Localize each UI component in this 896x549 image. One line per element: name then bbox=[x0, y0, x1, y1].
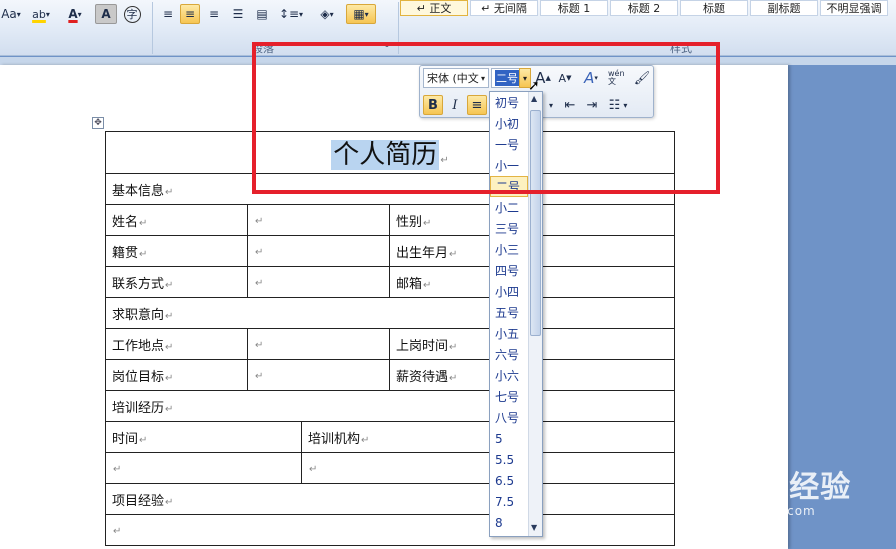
work-place-value-cell[interactable]: ↵ bbox=[247, 328, 390, 360]
font-size-option[interactable]: 8 bbox=[490, 512, 528, 533]
line-spacing-icon: ↕≡ bbox=[278, 7, 300, 21]
table-move-handle[interactable]: ✥ bbox=[92, 117, 104, 129]
style-heading-2[interactable]: 标题 2 bbox=[610, 0, 678, 16]
align-right-icon: ≡ bbox=[208, 7, 220, 21]
style-normal[interactable]: ↵ 正文 bbox=[400, 0, 468, 16]
institution-label-cell[interactable]: 培训机构↵ bbox=[300, 421, 676, 453]
watermark-main: Baidu经验 bbox=[688, 470, 852, 505]
work-place-label-cell[interactable]: 工作地点↵ bbox=[105, 328, 248, 360]
name-value-cell[interactable]: ↵ bbox=[247, 204, 390, 236]
line-spacing-button[interactable]: ↕≡ ▾ bbox=[276, 4, 306, 24]
styles-gallery: ↵ 正文 ↵ 无间隔 标题 1 标题 2 标题 副标题 不明显强调 bbox=[400, 0, 896, 20]
font-size-option[interactable]: 小五 bbox=[490, 323, 528, 344]
style-no-spacing[interactable]: ↵ 无间隔 bbox=[470, 0, 538, 16]
origin-value-cell[interactable]: ↵ bbox=[247, 235, 390, 267]
font-size-option[interactable]: 四号 bbox=[490, 260, 528, 281]
borders-button[interactable]: ▦ ▾ bbox=[346, 4, 376, 24]
font-size-option[interactable]: 5 bbox=[490, 428, 528, 449]
align-right-button[interactable]: ≡ bbox=[204, 4, 224, 24]
style-subtle-emphasis[interactable]: 不明显强调 bbox=[820, 0, 888, 16]
time-value-cell[interactable]: ↵ bbox=[105, 452, 302, 484]
position-label-cell[interactable]: 岗位目标↵ bbox=[105, 359, 248, 391]
style-title[interactable]: 标题 bbox=[680, 0, 748, 16]
style-subtitle[interactable]: 副标题 bbox=[750, 0, 818, 16]
font-size-option[interactable]: 5.5 bbox=[490, 449, 528, 470]
ribbon-separator bbox=[152, 2, 153, 54]
institution-value-cell[interactable]: ↵ bbox=[300, 452, 676, 484]
contact-value-cell[interactable]: ↵ bbox=[247, 266, 390, 298]
align-center-button[interactable]: ≡ bbox=[180, 4, 200, 24]
move-cross-icon: ✥ bbox=[94, 118, 102, 128]
start-time-label-cell[interactable]: 上岗时间↵ bbox=[389, 328, 490, 360]
scroll-down-icon[interactable]: ▼ bbox=[531, 523, 537, 532]
highlighter-icon: ab bbox=[32, 7, 46, 21]
font-size-option[interactable]: 6.5 bbox=[490, 470, 528, 491]
align-left-button[interactable]: ≡ bbox=[158, 4, 178, 24]
border-grid-icon: ▦ bbox=[353, 7, 365, 21]
font-size-option[interactable]: 八号 bbox=[490, 407, 528, 428]
distribute-button[interactable]: ▤ bbox=[252, 4, 272, 24]
distribute-icon: ▤ bbox=[256, 7, 268, 21]
intention-cell[interactable]: 求职意向↵ bbox=[104, 297, 676, 329]
paint-bucket-icon: ◈ bbox=[320, 7, 330, 21]
font-size-option[interactable]: 小四 bbox=[490, 281, 528, 302]
watermark-sub: jingyan.baidu.com bbox=[688, 504, 816, 518]
annotation-highlight-box bbox=[252, 42, 720, 194]
character-shading-button[interactable]: A bbox=[95, 4, 117, 24]
training-cell[interactable]: 培训经历↵ bbox=[104, 390, 676, 422]
contact-label-cell[interactable]: 联系方式↵ bbox=[105, 266, 248, 298]
time-label-cell[interactable]: 时间↵ bbox=[105, 421, 302, 453]
email-label-cell[interactable]: 邮箱↵ bbox=[389, 266, 490, 298]
birth-label-cell[interactable]: 出生年月↵ bbox=[389, 235, 490, 267]
position-value-cell[interactable]: ↵ bbox=[247, 359, 390, 391]
style-heading-1[interactable]: 标题 1 bbox=[540, 0, 608, 16]
font-size-option[interactable]: 三号 bbox=[490, 218, 528, 239]
justify-button[interactable]: ☰ bbox=[228, 4, 248, 24]
font-size-option[interactable]: 六号 bbox=[490, 344, 528, 365]
font-size-option[interactable]: 七号 bbox=[490, 386, 528, 407]
font-color-button[interactable]: A ▾ bbox=[60, 4, 90, 24]
font-size-option[interactable]: 小二 bbox=[490, 197, 528, 218]
highlight-color-button[interactable]: ab ▾ bbox=[26, 4, 56, 24]
projects-cell[interactable]: 项目经验↵ bbox=[104, 483, 676, 515]
font-size-option[interactable]: 小六 bbox=[490, 365, 528, 386]
font-size-option[interactable]: 五号 bbox=[490, 302, 528, 323]
change-case-button[interactable]: Aa ▾ bbox=[0, 4, 22, 24]
font-size-option[interactable]: 7.5 bbox=[490, 491, 528, 512]
align-left-icon: ≡ bbox=[162, 7, 174, 21]
shading-button[interactable]: ◈ ▾ bbox=[312, 4, 342, 24]
enclose-characters-button[interactable]: 字 bbox=[121, 4, 143, 24]
align-center-icon: ≡ bbox=[184, 7, 196, 21]
origin-label-cell[interactable]: 籍贯↵ bbox=[105, 235, 248, 267]
font-size-option[interactable]: 小三 bbox=[490, 239, 528, 260]
baidu-watermark: Baidu经验 jingyan.baidu.com bbox=[688, 462, 851, 518]
projects-value-cell[interactable]: ↵ bbox=[104, 514, 676, 546]
name-label-cell[interactable]: 姓名↵ bbox=[105, 204, 248, 236]
gender-label-cell[interactable]: 性别↵ bbox=[389, 204, 490, 236]
justify-icon: ☰ bbox=[232, 7, 244, 21]
salary-label-cell[interactable]: 薪资待遇↵ bbox=[389, 359, 490, 391]
